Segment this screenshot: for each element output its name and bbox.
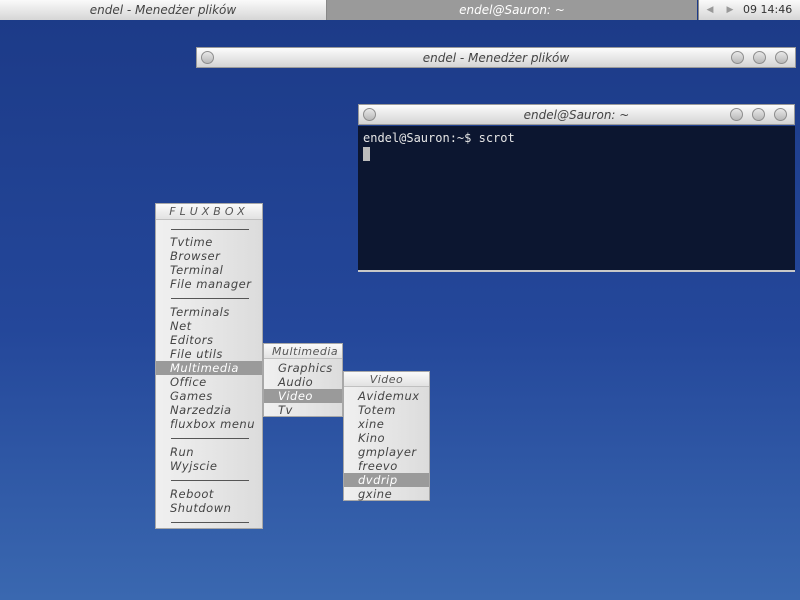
file-manager-window[interactable]: endel - Menedżer plików xyxy=(196,47,796,69)
menu-item-shutdown[interactable]: Shutdown xyxy=(156,501,262,515)
menu-item-file-manager[interactable]: File manager xyxy=(156,277,262,291)
clock: 09 14:46 xyxy=(743,3,793,16)
menu-item-terminal[interactable]: Terminal xyxy=(156,263,262,277)
window-menu-button[interactable] xyxy=(201,51,214,64)
window-title: endel - Menedżer plików xyxy=(422,51,570,65)
menu-separator xyxy=(171,480,249,481)
prev-workspace-icon[interactable]: ◀ xyxy=(703,0,717,20)
menu-item-audio[interactable]: Audio xyxy=(264,375,342,389)
menu-item-net[interactable]: Net xyxy=(156,319,262,333)
menu-item-run[interactable]: Run xyxy=(156,445,262,459)
taskbar-item-terminal[interactable]: endel@Sauron: ~ xyxy=(327,0,697,20)
menu-item-wyjscie[interactable]: Wyjscie xyxy=(156,459,262,473)
next-workspace-icon[interactable]: ▶ xyxy=(723,0,737,20)
terminal-cursor xyxy=(363,147,370,161)
root-menu-title: FLUXBOX xyxy=(156,204,262,220)
window-title: endel@Sauron: ~ xyxy=(523,108,630,122)
taskbar-item-file-manager[interactable]: endel - Menedżer plików xyxy=(0,0,327,20)
multimedia-submenu: Multimedia Graphics Audio Video Tv xyxy=(263,343,343,417)
menu-item-editors[interactable]: Editors xyxy=(156,333,262,347)
menu-item-terminals[interactable]: Terminals xyxy=(156,305,262,319)
menu-item-games[interactable]: Games xyxy=(156,389,262,403)
menu-item-multimedia[interactable]: Multimedia xyxy=(156,361,262,375)
menu-item-dvdrip[interactable]: dvdrip xyxy=(344,473,429,487)
close-button[interactable] xyxy=(774,108,787,121)
video-menu-title: Video xyxy=(344,372,429,387)
terminal-titlebar[interactable]: endel@Sauron: ~ xyxy=(358,104,795,125)
maximize-button[interactable] xyxy=(752,108,765,121)
menu-separator xyxy=(171,229,249,230)
terminal-window[interactable]: endel@Sauron: ~ endel@Sauron:~$ scrot xyxy=(358,104,795,272)
menu-item-graphics[interactable]: Graphics xyxy=(264,361,342,375)
menu-item-browser[interactable]: Browser xyxy=(156,249,262,263)
menu-item-reboot[interactable]: Reboot xyxy=(156,487,262,501)
toolbar-clock-area: ◀ ▶ 09 14:46 xyxy=(698,0,800,20)
menu-item-kino[interactable]: Kino xyxy=(344,431,429,445)
menu-item-tv[interactable]: Tv xyxy=(264,403,342,417)
window-menu-button[interactable] xyxy=(363,108,376,121)
menu-item-tvtime[interactable]: Tvtime xyxy=(156,235,262,249)
menu-separator xyxy=(171,298,249,299)
menu-item-freevo[interactable]: freevo xyxy=(344,459,429,473)
fluxbox-toolbar: endel - Menedżer plików endel@Sauron: ~ … xyxy=(0,0,800,20)
menu-item-file-utils[interactable]: File utils xyxy=(156,347,262,361)
terminal-content[interactable]: endel@Sauron:~$ scrot xyxy=(358,126,795,272)
maximize-button[interactable] xyxy=(753,51,766,64)
menu-item-xine[interactable]: xine xyxy=(344,417,429,431)
menu-item-avidemux[interactable]: Avidemux xyxy=(344,389,429,403)
menu-item-video[interactable]: Video xyxy=(264,389,342,403)
minimize-button[interactable] xyxy=(730,108,743,121)
menu-item-gmplayer[interactable]: gmplayer xyxy=(344,445,429,459)
menu-item-gxine[interactable]: gxine xyxy=(344,487,429,501)
menu-item-narzedzia[interactable]: Narzedzia xyxy=(156,403,262,417)
file-manager-titlebar[interactable]: endel - Menedżer plików xyxy=(196,47,796,68)
minimize-button[interactable] xyxy=(731,51,744,64)
fluxbox-root-menu: FLUXBOX Tvtime Browser Terminal File man… xyxy=(155,203,263,529)
menu-item-totem[interactable]: Totem xyxy=(344,403,429,417)
multimedia-menu-title: Multimedia xyxy=(264,344,342,359)
terminal-prompt-line: endel@Sauron:~$ scrot xyxy=(363,131,515,145)
menu-item-office[interactable]: Office xyxy=(156,375,262,389)
menu-separator xyxy=(171,522,249,523)
menu-separator xyxy=(171,438,249,439)
close-button[interactable] xyxy=(775,51,788,64)
menu-item-fluxbox-menu[interactable]: fluxbox menu xyxy=(156,417,262,431)
video-submenu: Video Avidemux Totem xine Kino gmplayer … xyxy=(343,371,430,501)
